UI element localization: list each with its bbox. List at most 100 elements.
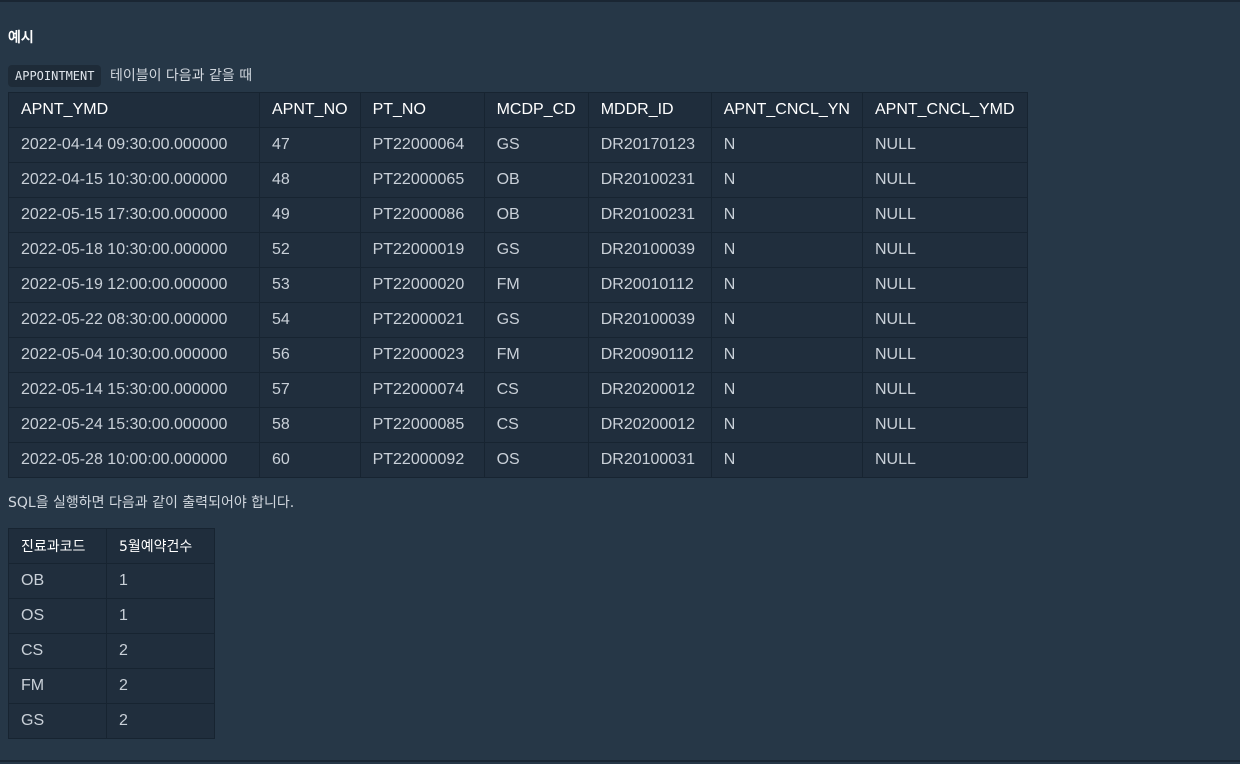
table-cell: 2022-05-22 08:30:00.000000: [8, 302, 260, 338]
example-heading: 예시: [8, 30, 34, 46]
table-cell: DR20170123: [587, 127, 712, 163]
table-row: 2022-05-15 17:30:00.000000 49 PT22000086…: [8, 197, 1028, 233]
table-cell: N: [710, 442, 863, 478]
problem-example-section: 예시 APPOINTMENT 테이블이 다음과 같을 때 APNT_YMD AP…: [8, 20, 1232, 739]
column-header: MDDR_ID: [587, 92, 712, 128]
table-cell: DR20200012: [587, 407, 712, 443]
table-cell: CS: [483, 372, 589, 408]
table-row: 2022-05-24 15:30:00.000000 58 PT22000085…: [8, 407, 1028, 443]
table-cell: PT22000086: [359, 197, 485, 233]
bottom-divider: [0, 760, 1240, 762]
table-cell: 57: [259, 372, 361, 408]
table-cell: N: [710, 267, 863, 303]
table-cell: NULL: [861, 162, 1028, 198]
column-header: APNT_NO: [259, 92, 361, 128]
table-cell: OB: [8, 563, 107, 599]
table-row: CS 2: [8, 633, 215, 669]
result-header-row: 진료과코드 5월예약건수: [8, 528, 215, 564]
table-cell: DR20090112: [587, 337, 712, 373]
table-cell: 52: [259, 232, 361, 268]
table-cell: NULL: [861, 372, 1028, 408]
table-cell: 49: [259, 197, 361, 233]
table-row: OB 1: [8, 563, 215, 599]
table-cell: GS: [483, 127, 589, 163]
table-row: FM 2: [8, 668, 215, 704]
table-cell: 2022-05-24 15:30:00.000000: [8, 407, 260, 443]
table-cell: N: [710, 372, 863, 408]
table-row: GS 2: [8, 703, 215, 739]
top-divider: [0, 0, 1240, 2]
table-cell: PT22000023: [359, 337, 485, 373]
table-cell: 2022-04-14 09:30:00.000000: [8, 127, 260, 163]
table-cell: DR20100039: [587, 232, 712, 268]
table-cell: N: [710, 197, 863, 233]
table-cell: 2022-05-14 15:30:00.000000: [8, 372, 260, 408]
column-header: APNT_CNCL_YMD: [861, 92, 1028, 128]
table-row: 2022-05-22 08:30:00.000000 54 PT22000021…: [8, 302, 1028, 338]
table-cell: NULL: [861, 232, 1028, 268]
column-header: APNT_CNCL_YN: [710, 92, 863, 128]
table-cell: 1: [106, 563, 215, 599]
table-cell: 47: [259, 127, 361, 163]
table-cell: DR20200012: [587, 372, 712, 408]
table-cell: DR20100231: [587, 162, 712, 198]
column-header: APNT_YMD: [8, 92, 260, 128]
table-cell: OS: [483, 442, 589, 478]
table-cell: NULL: [861, 407, 1028, 443]
column-header: MCDP_CD: [483, 92, 589, 128]
table-cell: FM: [483, 337, 589, 373]
table-cell: PT22000085: [359, 407, 485, 443]
table-cell: NULL: [861, 267, 1028, 303]
table-cell: NULL: [861, 197, 1028, 233]
table-cell: PT22000064: [359, 127, 485, 163]
table-cell: GS: [483, 302, 589, 338]
table-cell: FM: [483, 267, 589, 303]
column-header: 5월예약건수: [106, 528, 215, 564]
table-cell: N: [710, 407, 863, 443]
table-row: 2022-05-18 10:30:00.000000 52 PT22000019…: [8, 232, 1028, 268]
table-cell: PT22000019: [359, 232, 485, 268]
table-name-code: APPOINTMENT: [8, 65, 102, 87]
appointment-table: APNT_YMD APNT_NO PT_NO MCDP_CD MDDR_ID A…: [8, 92, 1028, 478]
table-intro: APPOINTMENT 테이블이 다음과 같을 때: [8, 64, 1232, 88]
table-cell: 2022-05-19 12:00:00.000000: [8, 267, 260, 303]
table-cell: PT22000074: [359, 372, 485, 408]
table-cell: NULL: [861, 127, 1028, 163]
table-row: OS 1: [8, 598, 215, 634]
table-cell: 2022-05-15 17:30:00.000000: [8, 197, 260, 233]
table-row: 2022-04-14 09:30:00.000000 47 PT22000064…: [8, 127, 1028, 163]
column-header: 진료과코드: [8, 528, 107, 564]
table-cell: PT22000065: [359, 162, 485, 198]
table-cell: N: [710, 162, 863, 198]
table-cell: DR20100039: [587, 302, 712, 338]
table-cell: PT22000021: [359, 302, 485, 338]
table-cell: 2: [106, 668, 215, 704]
table-cell: 2: [106, 633, 215, 669]
table-cell: 60: [259, 442, 361, 478]
table-cell: N: [710, 232, 863, 268]
table-cell: NULL: [861, 442, 1028, 478]
column-header: PT_NO: [359, 92, 485, 128]
table-row: 2022-04-15 10:30:00.000000 48 PT22000065…: [8, 162, 1028, 198]
table-cell: 53: [259, 267, 361, 303]
table-cell: N: [710, 337, 863, 373]
table-cell: OS: [8, 598, 107, 634]
table-cell: N: [710, 127, 863, 163]
result-intro-text: SQL을 실행하면 다음과 같이 출력되어야 합니다.: [8, 495, 295, 511]
table-cell: 56: [259, 337, 361, 373]
table-row: 2022-05-28 10:00:00.000000 60 PT22000092…: [8, 442, 1028, 478]
table-cell: 2022-05-28 10:00:00.000000: [8, 442, 260, 478]
table-cell: CS: [8, 633, 107, 669]
table-cell: 54: [259, 302, 361, 338]
table-cell: 2022-04-15 10:30:00.000000: [8, 162, 260, 198]
table-row: 2022-05-19 12:00:00.000000 53 PT22000020…: [8, 267, 1028, 303]
table-intro-text: 테이블이 다음과 같을 때: [109, 68, 253, 84]
table-cell: 2022-05-04 10:30:00.000000: [8, 337, 260, 373]
table-row: 2022-05-14 15:30:00.000000 57 PT22000074…: [8, 372, 1028, 408]
table-cell: PT22000092: [359, 442, 485, 478]
table-cell: NULL: [861, 302, 1028, 338]
table-cell: N: [710, 302, 863, 338]
table-cell: PT22000020: [359, 267, 485, 303]
table-cell: 2022-05-18 10:30:00.000000: [8, 232, 260, 268]
table-cell: OB: [483, 162, 589, 198]
